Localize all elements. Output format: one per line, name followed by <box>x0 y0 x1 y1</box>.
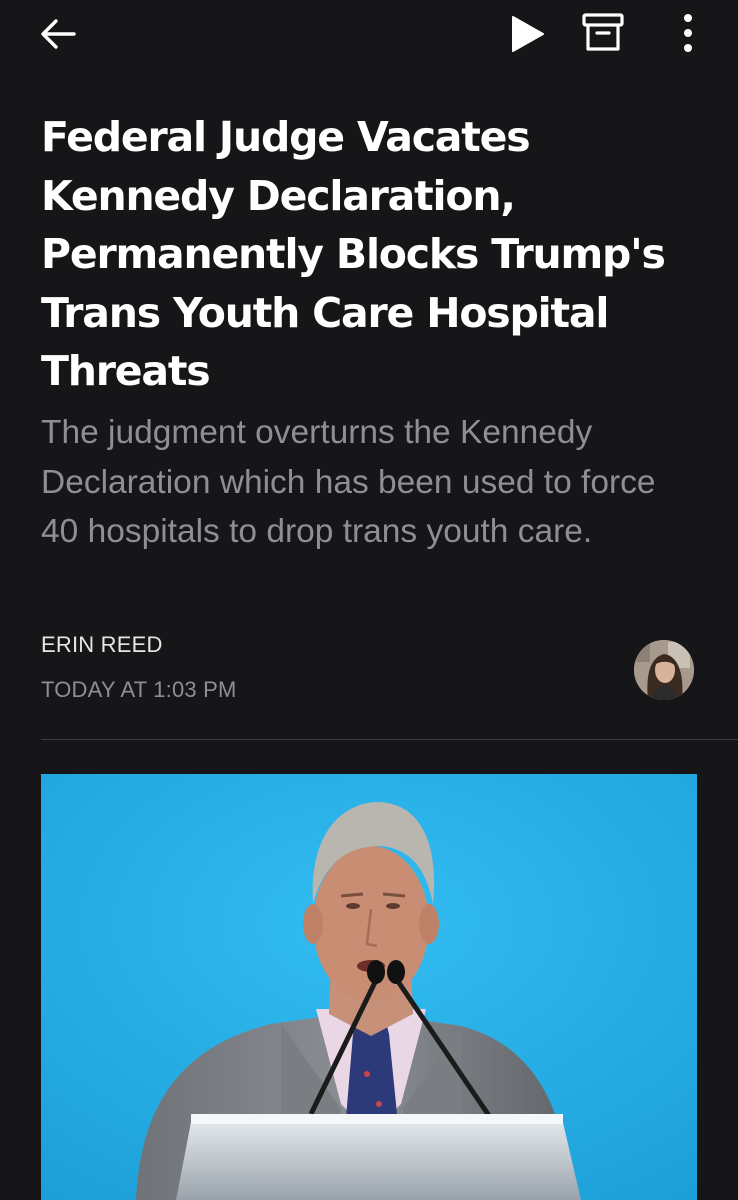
publish-timestamp: TODAY AT 1:03 PM <box>41 677 237 702</box>
vertical-dots-icon <box>684 14 692 52</box>
play-icon <box>512 16 544 52</box>
author-name[interactable]: ERIN REED <box>41 632 163 658</box>
play-button[interactable] <box>502 10 552 58</box>
speaker-photo <box>41 774 697 1200</box>
back-button[interactable] <box>30 10 86 58</box>
article-title: Federal Judge Vacates Kennedy Declaratio… <box>41 113 666 395</box>
hero-image[interactable] <box>41 774 697 1200</box>
section-divider <box>41 739 738 740</box>
author-photo <box>634 640 694 700</box>
article-subtitle: The judgment overturns the Kennedy Decla… <box>41 414 656 550</box>
more-options-button[interactable] <box>666 8 710 58</box>
arrow-left-icon <box>41 19 76 49</box>
author-avatar[interactable] <box>634 640 694 700</box>
archive-box-icon <box>582 13 624 51</box>
top-toolbar <box>0 0 738 70</box>
archive-button[interactable] <box>576 8 630 58</box>
